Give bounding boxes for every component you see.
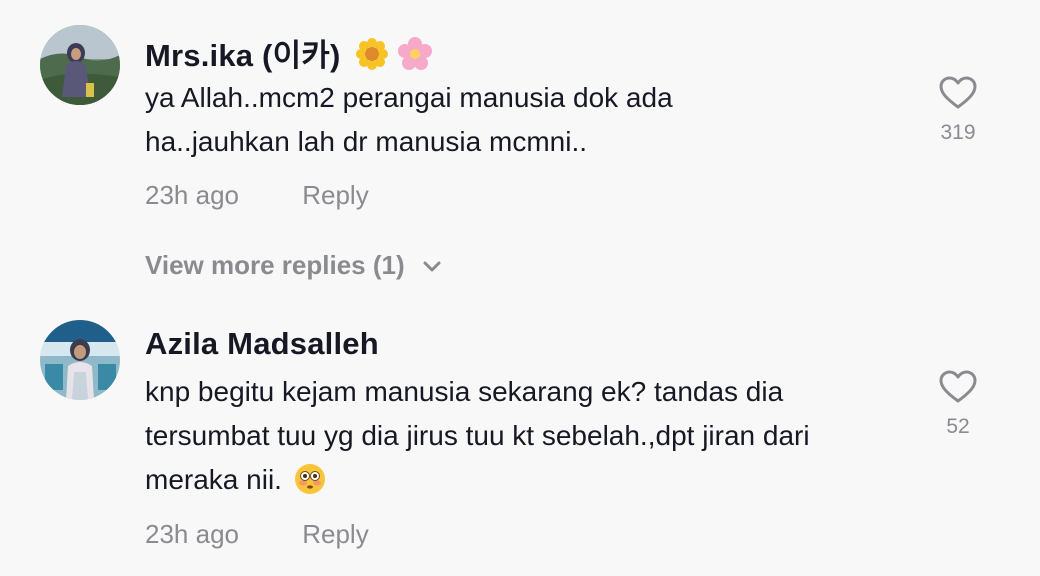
heart-icon	[939, 76, 977, 114]
view-more-replies-button[interactable]: View more replies (1)	[145, 250, 442, 281]
comment-text-line: ya Allah..mcm2 perangai manusia dok ada	[145, 82, 673, 113]
comment-text-line: tersumbat tuu yg dia jirus tuu kt sebela…	[145, 420, 810, 451]
comment-meta: 23h ago Reply	[145, 519, 369, 550]
cherry-blossom-icon	[398, 36, 433, 79]
comment-meta: 23h ago Reply	[145, 180, 369, 211]
username[interactable]: Azila Madsalleh	[145, 326, 379, 362]
sunflower-icon	[355, 37, 389, 79]
flushed-face-icon	[294, 463, 326, 508]
reply-button[interactable]: Reply	[302, 180, 368, 210]
reply-button[interactable]: Reply	[302, 519, 368, 549]
comment-text-line-wrap: meraka nii.	[145, 458, 905, 508]
username-text: Azila Madsalleh	[145, 326, 379, 361]
username-text: Mrs.ika (이카)	[145, 38, 341, 73]
comment-text-line: meraka nii.	[145, 464, 282, 495]
timestamp: 23h ago	[145, 180, 239, 210]
like-count: 319	[940, 121, 976, 144]
timestamp: 23h ago	[145, 519, 239, 549]
like-button[interactable]: 319	[930, 76, 986, 145]
view-more-replies-label: View more replies (1)	[145, 250, 405, 280]
comment-text-line: knp begitu kejam manusia sekarang ek? ta…	[145, 376, 784, 407]
like-count: 52	[946, 415, 970, 438]
username[interactable]: Mrs.ika (이카)	[145, 30, 433, 79]
comment-text: knp begitu kejam manusia sekarang ek? ta…	[145, 370, 905, 508]
like-button[interactable]: 52	[930, 370, 986, 439]
comment-text: ya Allah..mcm2 perangai manusia dok ada …	[145, 76, 905, 164]
comment-text-line: ha..jauhkan lah dr manusia mcmni..	[145, 126, 587, 157]
avatar[interactable]	[40, 320, 120, 400]
heart-icon	[939, 370, 977, 408]
chevron-down-icon	[412, 250, 442, 280]
avatar[interactable]	[40, 25, 120, 105]
